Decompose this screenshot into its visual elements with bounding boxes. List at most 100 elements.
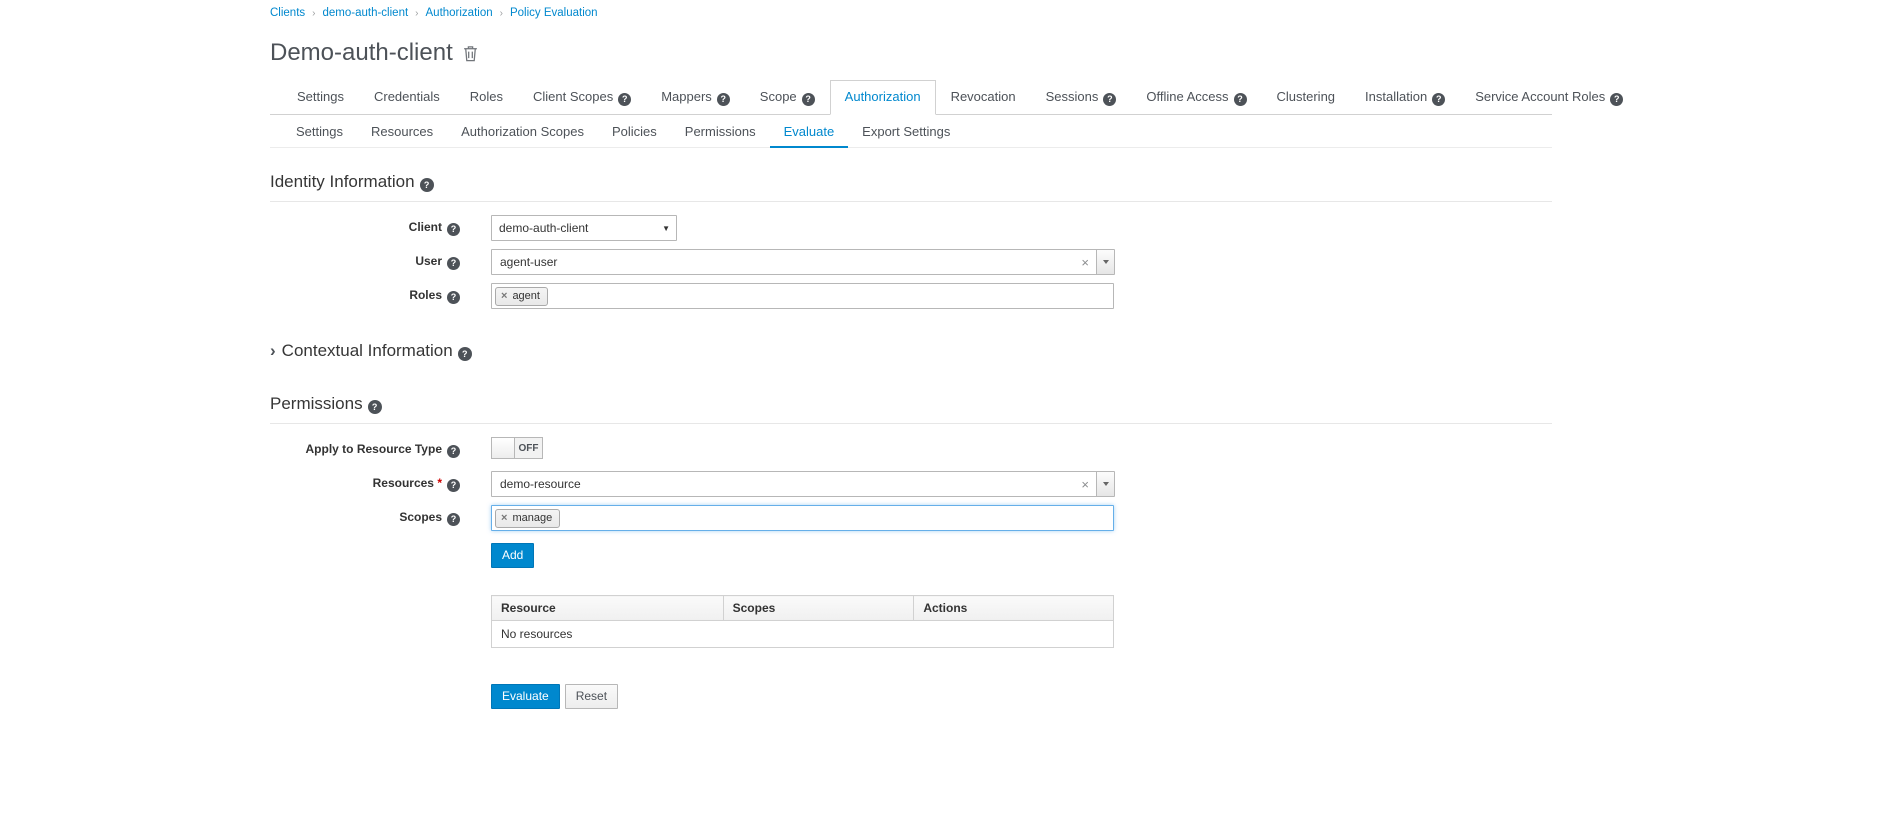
subtab-permissions[interactable]: Permissions <box>671 116 770 148</box>
empty-table-row: No resources <box>492 621 1114 648</box>
required-indicator: * <box>437 476 442 490</box>
breadcrumb-separator-icon: › <box>312 8 315 19</box>
collapse-chevron-icon[interactable]: › <box>270 341 276 360</box>
identity-form: Client? demo-auth-client ▼ User? agent-u… <box>270 215 1552 309</box>
permissions-heading: Permissions? <box>270 370 1552 424</box>
client-select[interactable]: demo-auth-client <box>491 215 677 241</box>
breadcrumb-separator-icon: › <box>500 8 503 19</box>
subtab-authorization-scopes[interactable]: Authorization Scopes <box>447 116 598 148</box>
tab-service-account-roles[interactable]: Service Account Roles? <box>1460 80 1638 115</box>
tab-roles[interactable]: Roles <box>455 80 518 115</box>
apply-resource-type-label: Apply to Resource Type? <box>270 442 460 458</box>
remove-scope-icon[interactable]: × <box>501 513 507 524</box>
help-icon[interactable]: ? <box>368 400 382 414</box>
permissions-form: Apply to Resource Type? OFF Resources *?… <box>270 437 1552 709</box>
help-icon[interactable]: ? <box>1234 93 1247 106</box>
toggle-state-label: OFF <box>515 438 542 458</box>
resource-column-header: Resource <box>492 596 724 621</box>
apply-resource-type-toggle[interactable]: OFF <box>491 437 543 459</box>
add-button[interactable]: Add <box>491 543 534 568</box>
tab-sessions[interactable]: Sessions? <box>1031 80 1132 115</box>
client-row: Client? demo-auth-client ▼ <box>270 215 1552 241</box>
breadcrumb-client[interactable]: demo-auth-client <box>323 7 409 19</box>
actions-column-header: Actions <box>914 596 1114 621</box>
user-select-value: agent-user <box>492 255 1074 269</box>
roles-row: Roles? × agent <box>270 283 1552 309</box>
subtab-policies[interactable]: Policies <box>598 116 671 148</box>
resources-row: Resources *? demo-resource × <box>270 471 1552 497</box>
help-icon[interactable]: ? <box>447 291 460 304</box>
reset-button[interactable]: Reset <box>565 684 618 709</box>
user-dropdown-button[interactable] <box>1096 250 1114 274</box>
authorization-subtabs: Settings Resources Authorization Scopes … <box>270 116 1552 148</box>
empty-table-message: No resources <box>492 621 1114 648</box>
resources-select[interactable]: demo-resource × <box>491 471 1115 497</box>
tab-installation[interactable]: Installation? <box>1350 80 1460 115</box>
page-title: Demo-auth-client <box>270 39 453 67</box>
tab-offline-access[interactable]: Offline Access? <box>1131 80 1261 115</box>
role-tag-label: agent <box>512 290 540 303</box>
tab-revocation[interactable]: Revocation <box>936 80 1031 115</box>
scopes-row: Scopes? × manage <box>270 505 1552 531</box>
help-icon[interactable]: ? <box>802 93 815 106</box>
tab-scope[interactable]: Scope? <box>745 80 830 115</box>
resources-dropdown-button[interactable] <box>1096 472 1114 496</box>
subtab-settings[interactable]: Settings <box>282 116 357 148</box>
remove-role-icon[interactable]: × <box>501 291 507 302</box>
help-icon[interactable]: ? <box>447 257 460 270</box>
scope-tag: × manage <box>495 509 560 528</box>
breadcrumb-clients[interactable]: Clients <box>270 7 305 19</box>
clear-user-icon[interactable]: × <box>1074 256 1096 269</box>
help-icon[interactable]: ? <box>420 178 434 192</box>
delete-client-button[interactable] <box>463 45 478 62</box>
breadcrumb-policy-evaluation[interactable]: Policy Evaluation <box>510 7 598 19</box>
help-icon[interactable]: ? <box>618 93 631 106</box>
resources-table: Resource Scopes Actions No resources <box>491 595 1114 648</box>
help-icon[interactable]: ? <box>717 93 730 106</box>
apply-resource-type-row: Apply to Resource Type? OFF <box>270 437 1552 463</box>
help-icon[interactable]: ? <box>447 513 460 526</box>
role-tag: × agent <box>495 287 548 306</box>
breadcrumb: Clients › demo-auth-client › Authorizati… <box>270 0 1552 19</box>
tab-authorization[interactable]: Authorization <box>830 80 936 115</box>
resources-label: Resources *? <box>270 476 460 492</box>
breadcrumb-separator-icon: › <box>415 8 418 19</box>
tab-settings[interactable]: Settings <box>282 80 359 115</box>
user-select[interactable]: agent-user × <box>491 249 1115 275</box>
table-header-row: Resource Scopes Actions <box>492 596 1114 621</box>
help-icon[interactable]: ? <box>1432 93 1445 106</box>
help-icon[interactable]: ? <box>447 445 460 458</box>
scopes-input[interactable]: × manage <box>491 505 1114 531</box>
dropdown-arrow-icon <box>1103 260 1109 264</box>
client-tabs: Settings Credentials Roles Client Scopes… <box>270 80 1552 115</box>
help-icon[interactable]: ? <box>447 223 460 236</box>
trash-icon <box>463 45 478 62</box>
breadcrumb-authorization[interactable]: Authorization <box>426 7 493 19</box>
tab-client-scopes[interactable]: Client Scopes? <box>518 80 646 115</box>
resources-select-value: demo-resource <box>492 477 1074 491</box>
tab-credentials[interactable]: Credentials <box>359 80 455 115</box>
identity-information-heading: Identity Information? <box>270 148 1552 202</box>
help-icon[interactable]: ? <box>1103 93 1116 106</box>
roles-input[interactable]: × agent <box>491 283 1114 309</box>
tab-clustering[interactable]: Clustering <box>1262 80 1351 115</box>
client-label: Client? <box>270 220 460 236</box>
user-row: User? agent-user × <box>270 249 1552 275</box>
help-icon[interactable]: ? <box>458 347 472 361</box>
user-label: User? <box>270 254 460 270</box>
subtab-resources[interactable]: Resources <box>357 116 447 148</box>
subtab-evaluate[interactable]: Evaluate <box>770 116 849 148</box>
scopes-label: Scopes? <box>270 510 460 526</box>
evaluate-button[interactable]: Evaluate <box>491 684 560 709</box>
help-icon[interactable]: ? <box>447 479 460 492</box>
clear-resource-icon[interactable]: × <box>1074 478 1096 491</box>
dropdown-arrow-icon <box>1103 482 1109 486</box>
scope-tag-label: manage <box>512 512 552 525</box>
help-icon[interactable]: ? <box>1610 93 1623 106</box>
scopes-column-header: Scopes <box>723 596 914 621</box>
toggle-handle <box>492 438 515 458</box>
subtab-export-settings[interactable]: Export Settings <box>848 116 964 148</box>
contextual-information-heading[interactable]: ›Contextual Information? <box>270 317 1552 370</box>
tab-mappers[interactable]: Mappers? <box>646 80 745 115</box>
roles-label: Roles? <box>270 288 460 304</box>
